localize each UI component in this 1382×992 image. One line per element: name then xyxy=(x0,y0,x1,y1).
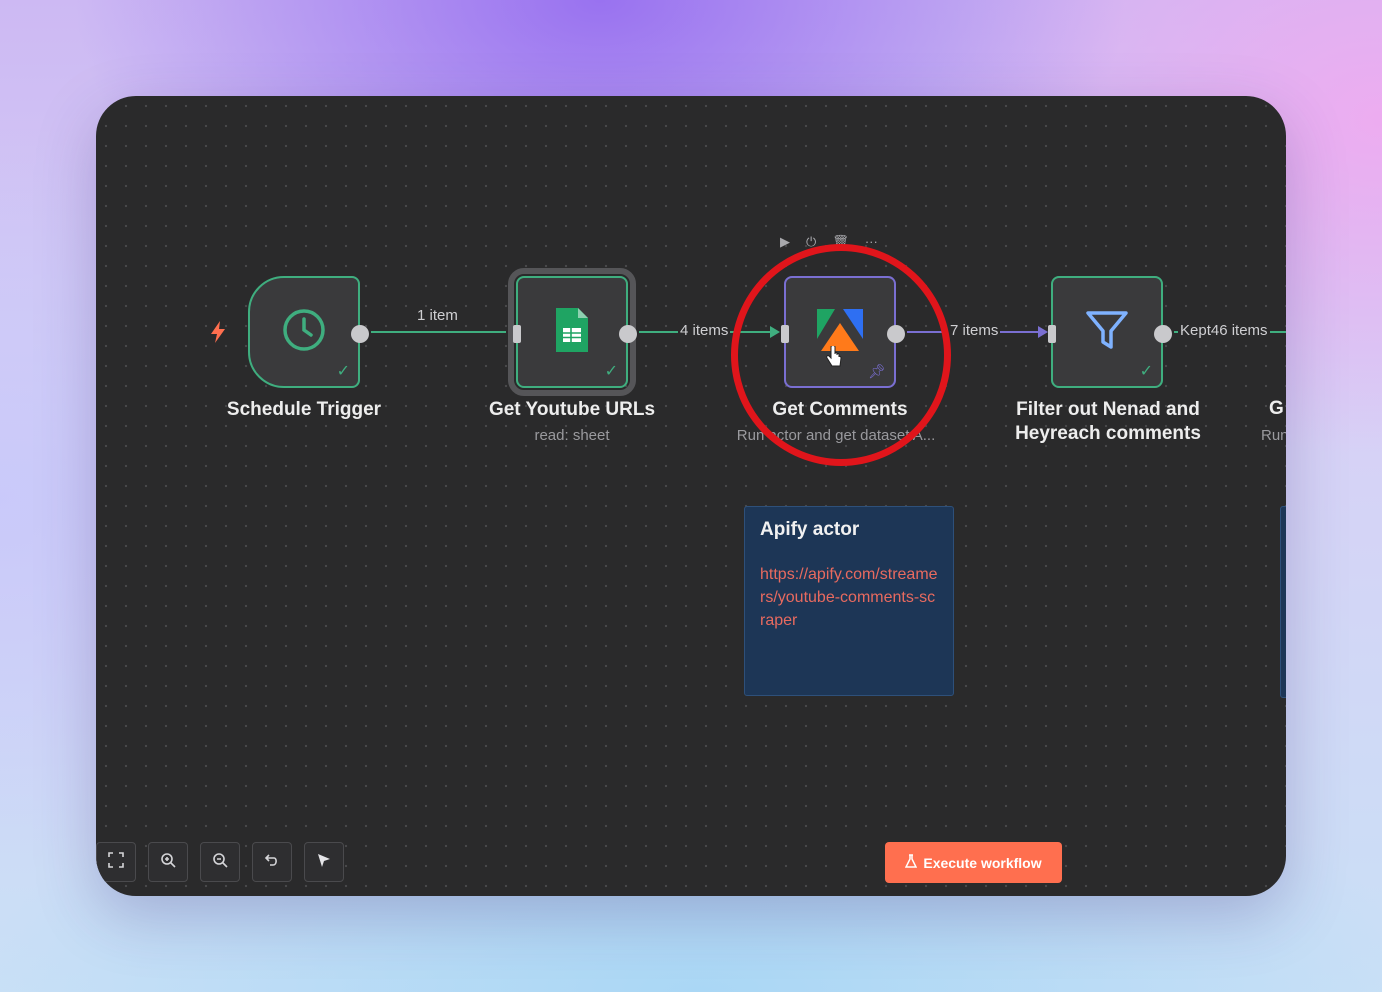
node-schedule-trigger[interactable]: ✓ xyxy=(248,276,369,388)
fit-view-button[interactable] xyxy=(96,842,136,882)
zoom-in-icon xyxy=(160,852,176,873)
edge-label-1: 1 item xyxy=(415,307,460,324)
annotation-circle xyxy=(731,244,951,466)
output-handle[interactable] xyxy=(351,325,369,343)
filter-icon xyxy=(1084,307,1130,358)
node-get-youtube-urls[interactable]: ✓ xyxy=(508,268,637,396)
flask-icon xyxy=(905,854,918,871)
workflow-canvas[interactable]: 1 item 4 items 7 items Kept46 items ✓ Sc… xyxy=(96,96,1286,896)
node-title-filter: Filter out Nenad and Heyreach comments xyxy=(1015,399,1201,444)
sticky-note-title: Apify actor xyxy=(760,519,860,540)
edge-label-2: 4 items xyxy=(678,322,731,339)
node-subtitle-sheets: read: sheet xyxy=(534,427,610,444)
node-title-partial: G xyxy=(1269,398,1284,419)
success-check-icon: ✓ xyxy=(604,363,618,380)
play-icon[interactable]: ▶ xyxy=(780,234,790,250)
edge-label-4: Kept46 items xyxy=(1178,322,1270,339)
node-title-schedule: Schedule Trigger xyxy=(226,399,382,420)
input-handle[interactable] xyxy=(1048,325,1056,343)
google-sheets-icon xyxy=(554,306,590,359)
node-title-sheets: Get Youtube URLs xyxy=(488,399,656,420)
trigger-bolt-icon xyxy=(208,320,228,350)
output-handle[interactable] xyxy=(619,325,637,343)
edge-label-3: 7 items xyxy=(948,322,1001,339)
zoom-out-icon xyxy=(212,852,228,873)
select-tool-button[interactable] xyxy=(304,842,344,882)
execute-workflow-button[interactable]: Execute workflow xyxy=(885,842,1062,883)
edge-arrow-3 xyxy=(1038,326,1048,338)
undo-icon xyxy=(264,852,280,873)
edge-schedule-to-sheets[interactable] xyxy=(371,331,506,333)
pointer-icon xyxy=(316,852,332,873)
output-handle[interactable] xyxy=(1154,325,1172,343)
node-filter[interactable]: ✓ xyxy=(1048,276,1172,388)
success-check-icon: ✓ xyxy=(336,363,350,380)
undo-button[interactable] xyxy=(252,842,292,882)
sticky-note[interactable]: Apify actor https://apify.com/streamers/… xyxy=(744,506,954,696)
input-handle[interactable] xyxy=(513,325,521,343)
sticky-note-link[interactable]: https://apify.com/streamers/youtube-comm… xyxy=(760,563,938,632)
sticky-note-partial xyxy=(1280,506,1286,698)
workflow-editor-window: 1 item 4 items 7 items Kept46 items ✓ Sc… xyxy=(96,96,1286,896)
zoom-in-button[interactable] xyxy=(148,842,188,882)
success-check-icon: ✓ xyxy=(1139,363,1153,380)
zoom-out-button[interactable] xyxy=(200,842,240,882)
execute-workflow-label: Execute workflow xyxy=(923,854,1042,871)
fullscreen-icon xyxy=(108,851,124,873)
node-subtitle-partial: Run xyxy=(1261,427,1286,444)
clock-icon xyxy=(281,307,327,358)
